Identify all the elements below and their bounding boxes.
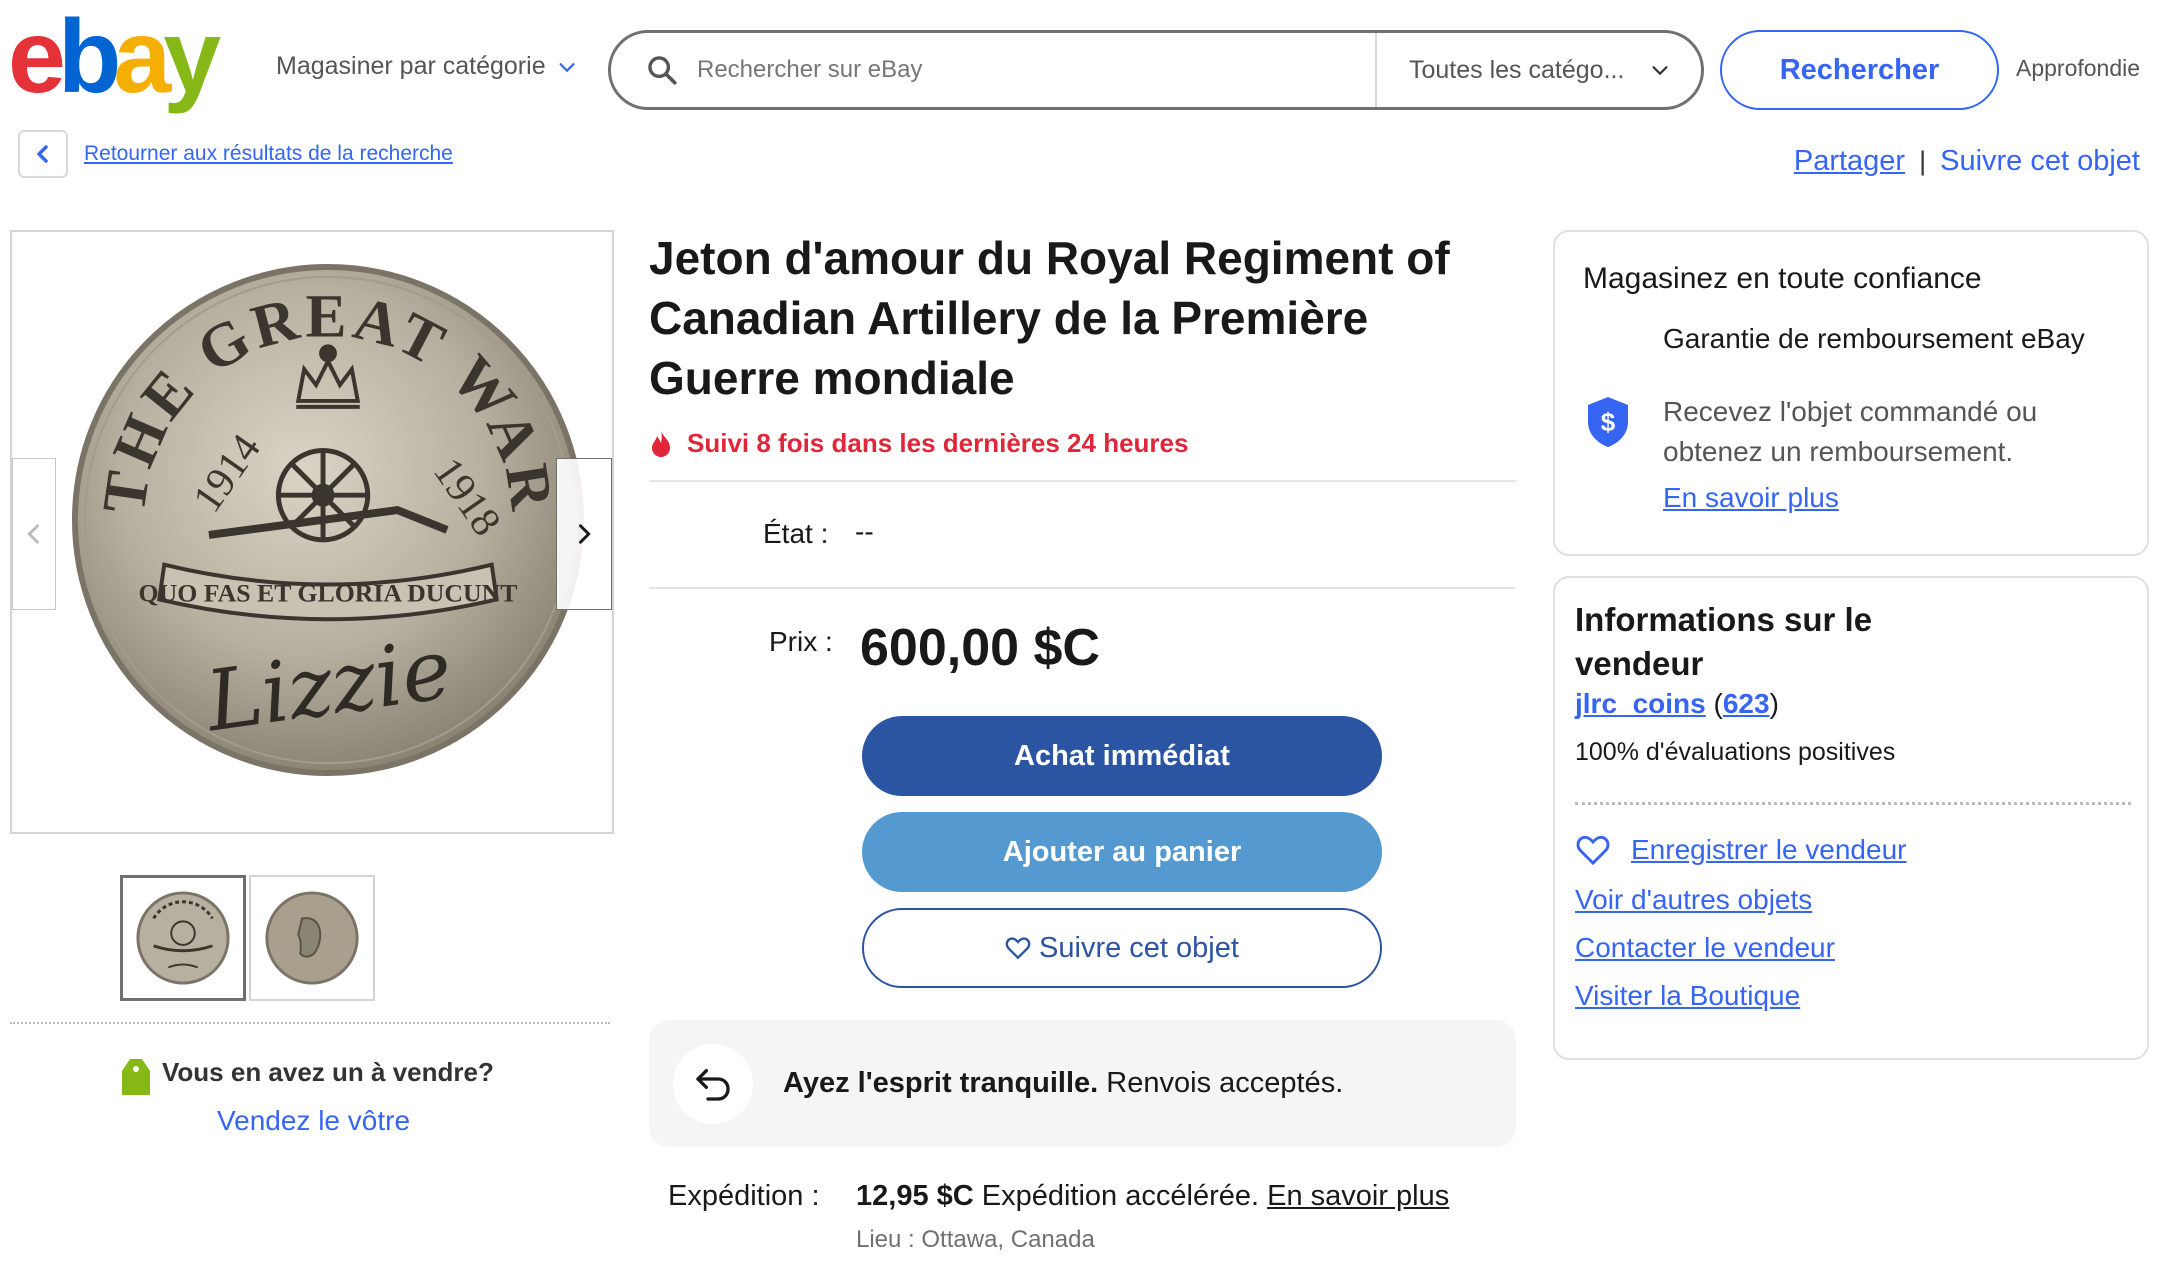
watch-item-button[interactable]: Suivre cet objet [862,908,1382,988]
condition-value: -- [855,516,874,547]
shipping-method: Expédition accélérée. [973,1180,1268,1212]
category-select-value: Toutes les catégo... [1409,55,1625,84]
returns-detail: Renvois acceptés. [1098,1067,1344,1099]
back-button[interactable] [18,130,68,178]
sell-yours-link[interactable]: Vendez le vôtre [217,1105,410,1137]
chevron-right-icon [579,524,591,544]
separator: | [1919,146,1927,176]
visit-store-link[interactable]: Visiter la Boutique [1575,980,1800,1012]
thumbnail-front[interactable] [120,875,246,1001]
price-tag-icon [122,1059,150,1095]
returns-text: Ayez l'esprit tranquille. Renvois accept… [783,1067,1343,1100]
search-input[interactable] [697,56,1375,84]
coin-image: THE GREAT WAR 1914 1918 QUO FAS ET GLORI… [71,263,585,777]
svg-text:$: $ [1601,407,1616,437]
watch-alert-text: Suivi 8 fois dans les dernières 24 heure… [687,428,1189,458]
coin-motto: QUO FAS ET GLORIA DUCUNT [139,578,518,607]
positive-feedback: 100% d'évaluations positives [1575,738,1896,766]
advanced-search-link[interactable]: Approfondie [2016,55,2140,82]
divider [10,1022,610,1024]
heart-icon [1576,835,1610,866]
shipping-label: Expédition : [668,1180,820,1212]
save-seller-label: Enregistrer le vendeur [1631,834,1907,865]
divider [649,587,1516,589]
feedback-score-link[interactable]: 623 [1723,688,1770,719]
shipping-more-link[interactable]: En savoir plus [1267,1180,1449,1212]
item-title: Jeton d'amour du Royal Regiment of Canad… [649,232,1450,404]
money-back-description: Recevez l'objet commandé ou obtenez un r… [1663,396,2038,467]
search-icon [648,56,677,85]
search-button[interactable]: Rechercher [1720,30,1999,110]
shipping-info: 12,95 $C Expédition accélérée. En savoir… [856,1180,1449,1213]
ebay-logo[interactable]: ebay [8,10,248,115]
share-link[interactable]: Partager [1794,145,1905,178]
add-to-cart-label: Ajouter au panier [1002,835,1242,868]
shop-by-category-label: Magasiner par catégorie [276,52,546,80]
price-label: Prix : [769,626,833,657]
image-gallery[interactable]: THE GREAT WAR 1914 1918 QUO FAS ET GLORI… [10,230,614,834]
panel-title: Magasinez en toute confiance [1583,262,1982,295]
divider [1575,802,2131,805]
buy-now-button[interactable]: Achat immédiat [862,716,1382,796]
returns-icon-wrap [673,1043,753,1124]
score-close: ) [1769,688,1779,719]
gallery-prev-button[interactable] [12,458,56,610]
sell-question: Vous en avez un à vendre? [162,1057,494,1087]
svg-text:ebay: ebay [8,10,221,115]
chevron-left-icon [27,524,39,544]
item-location: Lieu : Ottawa, Canada [856,1226,1095,1253]
score-open: ( [1705,688,1723,719]
search-bar: Toutes les catégo... [608,30,1704,110]
learn-more-link[interactable]: En savoir plus [1663,482,1839,514]
shield-dollar-icon: $ [1588,397,1628,447]
seller-name-row: jlrc_coins (623) [1575,688,1779,720]
chevron-down-icon [559,62,575,72]
chevron-left-icon [37,145,48,163]
price-value: 600,00 $C [860,619,1100,677]
money-back-title: Garantie de remboursement eBay [1663,323,2085,354]
returns-bold: Ayez l'esprit tranquille. [783,1067,1099,1099]
watch-item-link[interactable]: Suivre cet objet [1940,145,2140,178]
back-to-results-link[interactable]: Retourner aux résultats de la recherche [84,142,453,166]
coin-thumbnail-image [265,891,359,985]
seller-info-panel: Informations sur le vendeur jlrc_coins (… [1553,576,2149,1060]
shipping-cost: 12,95 $C [856,1180,974,1212]
condition-label: État : [763,518,829,549]
watch-alert: Suivi 8 fois dans les dernières 24 heure… [649,428,1188,459]
divider [649,480,1516,482]
gallery-next-button[interactable] [556,458,612,610]
coin-thumbnail-image [136,891,230,985]
seller-name-link[interactable]: jlrc_coins [1575,688,1706,719]
flame-icon [652,430,670,457]
category-select[interactable]: Toutes les catégo... [1375,33,1701,107]
seller-panel-title: Informations sur le vendeur [1575,601,1873,682]
watch-item-label: Suivre cet objet [1039,931,1239,964]
buy-now-label: Achat immédiat [1014,739,1230,772]
other-items-link[interactable]: Voir d'autres objets [1575,884,1812,916]
contact-seller-link[interactable]: Contacter le vendeur [1575,932,1835,964]
shop-by-category-dropdown[interactable]: Magasiner par catégorie [276,52,578,81]
add-to-cart-button[interactable]: Ajouter au panier [862,812,1382,892]
shop-confidence-panel: Magasinez en toute confiance Garantie de… [1553,230,2149,556]
return-arrow-icon [696,1068,730,1101]
heart-icon [1005,937,1031,960]
share-watch-row: Partager | Suivre cet objet [1794,145,2140,178]
returns-info: Ayez l'esprit tranquille. Renvois accept… [649,1020,1516,1147]
thumbnail-back[interactable] [249,875,375,1001]
chevron-down-icon [1652,66,1668,76]
save-seller-link[interactable]: Enregistrer le vendeur [1575,834,1906,866]
